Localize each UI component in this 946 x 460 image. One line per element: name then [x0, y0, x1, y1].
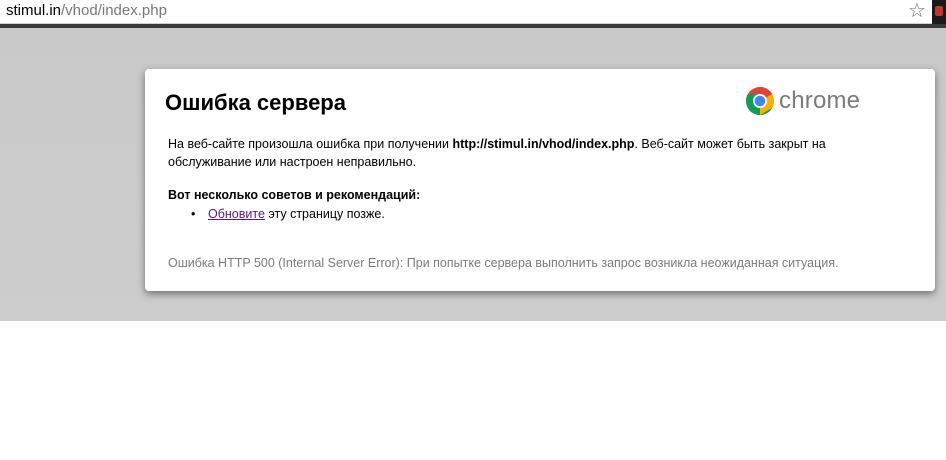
url-host: stimul.in — [6, 2, 62, 19]
url-text[interactable]: stimul.in/vhod/index.php — [6, 2, 167, 20]
chrome-icon — [746, 87, 774, 115]
message-url: http://stimul.in/vhod/index.php — [452, 137, 635, 151]
page-title: Ошибка сервера — [165, 90, 346, 115]
tips-heading: Вот несколько советов и рекомендаций: — [168, 188, 421, 202]
bullet: • — [191, 207, 196, 221]
error-card: Ошибка сервера chrome На веб-сайте произ… — [145, 69, 935, 291]
tips-list: • Обновите эту страницу позже. — [191, 205, 385, 223]
error-message: На веб-сайте произошла ошибка при получе… — [168, 135, 888, 171]
extension-icon[interactable] — [935, 6, 943, 16]
chrome-wordmark: chrome — [779, 87, 861, 114]
message-text-before: На веб-сайте произошла ошибка при получе… — [168, 137, 453, 151]
url-path: /vhod/index.php — [61, 2, 167, 19]
list-item: • Обновите эту страницу позже. — [191, 205, 385, 223]
address-bar[interactable]: stimul.in/vhod/index.php ☆ — [0, 0, 946, 24]
tip-text: эту страницу позже. — [264, 207, 385, 221]
reload-link[interactable]: Обновите — [208, 207, 265, 221]
chrome-logo: chrome — [745, 85, 860, 117]
bookmark-star-icon[interactable]: ☆ — [906, 0, 928, 22]
extension-strip[interactable] — [932, 0, 946, 24]
error-code-text: Ошибка HTTP 500 (Internal Server Error):… — [168, 256, 839, 270]
